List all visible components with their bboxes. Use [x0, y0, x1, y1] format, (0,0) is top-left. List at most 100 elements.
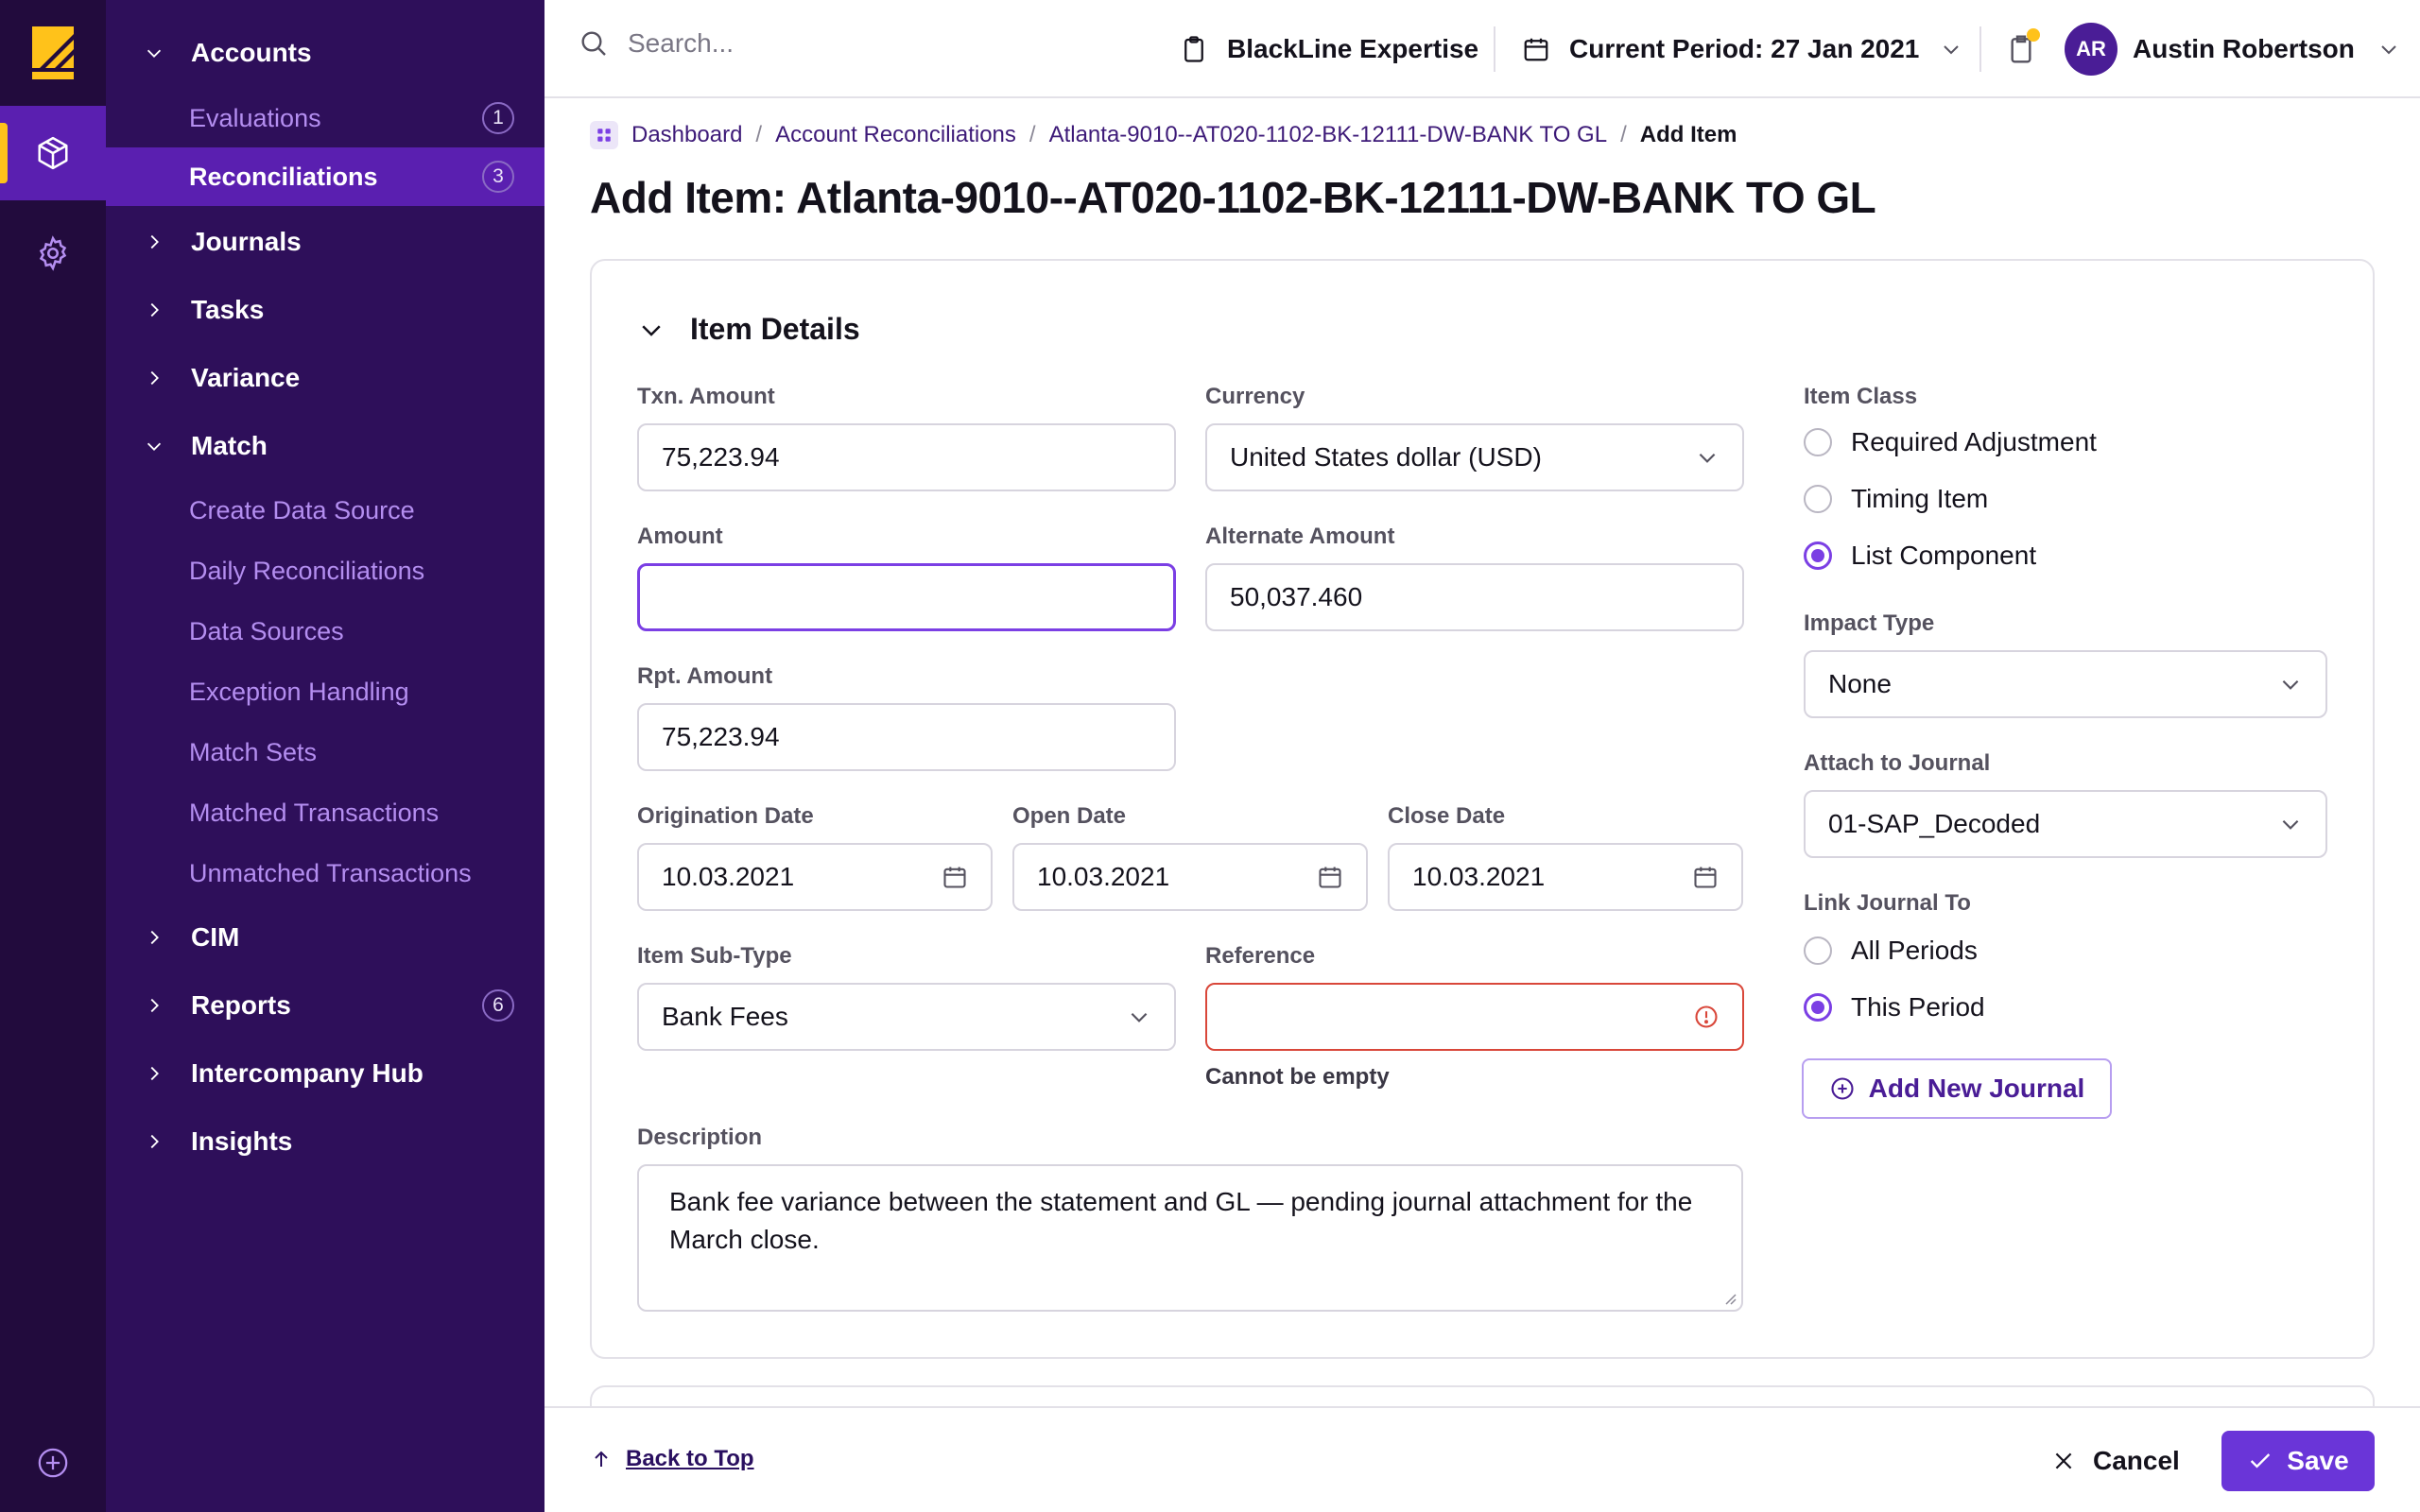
chevron-down-icon — [2282, 679, 2299, 690]
chevron-right-icon — [140, 923, 168, 952]
breadcrumb-link-dashboard[interactable]: Dashboard — [631, 122, 742, 148]
avatar[interactable]: AR — [2065, 23, 2118, 76]
calendar-icon — [1524, 38, 1548, 61]
divider — [1979, 26, 1981, 72]
radio-label: Required Adjustment — [1851, 427, 2097, 456]
item-class-list-component[interactable]: List Component — [1804, 541, 2036, 571]
currency-select[interactable]: United States dollar (USD) — [1205, 423, 1744, 491]
chevron-down-icon — [2282, 819, 2299, 830]
sidebar-item-create-data-source[interactable]: Create Data Source — [106, 481, 544, 540]
chevron-right-icon — [140, 228, 168, 256]
sidebar-item-intercompany-hub[interactable]: Intercompany Hub — [106, 1055, 544, 1092]
radio-label: List Component — [1851, 541, 2037, 570]
rpt-amount-field[interactable]: 75,223.94 — [637, 703, 1176, 771]
description-field[interactable]: Bank fee variance between the statement … — [637, 1164, 1743, 1312]
calendar-icon[interactable] — [1692, 864, 1719, 890]
breadcrumb-link-account[interactable]: Atlanta-9010--AT020-1102-BK-12111-DW-BAN… — [1049, 122, 1608, 148]
txn-amount-field[interactable]: 75,223.94 — [637, 423, 1176, 491]
sidebar-item-unmatched-transactions[interactable]: Unmatched Transactions — [106, 844, 544, 902]
resize-handle-icon[interactable] — [1720, 1289, 1737, 1306]
rail-add-button[interactable] — [0, 1416, 106, 1510]
gear-icon — [39, 235, 67, 271]
reference-error: Cannot be empty — [1205, 1064, 1390, 1090]
sidebar-item-label: Journals — [191, 227, 302, 256]
item-class-timing-item[interactable]: Timing Item — [1804, 484, 1988, 514]
origination-date-field[interactable]: 10.03.2021 — [637, 843, 993, 911]
breadcrumb-current: Add Item — [1639, 122, 1737, 147]
item-subtype-select[interactable]: Bank Fees — [637, 983, 1176, 1051]
sidebar-item-reconciliations[interactable]: Reconciliations 3 — [106, 147, 544, 206]
add-new-journal-button[interactable]: Add New Journal — [1802, 1058, 2112, 1119]
arrow-up-icon — [595, 1451, 608, 1467]
sidebar-item-match-sets[interactable]: Match Sets — [106, 723, 544, 782]
sidebar-item-insights[interactable]: Insights — [106, 1123, 544, 1160]
rail-reconciliations-button[interactable] — [0, 106, 106, 200]
sidebar-item-cim[interactable]: CIM — [106, 919, 544, 956]
amount-field[interactable] — [637, 563, 1176, 631]
chevron-right-icon — [140, 991, 168, 1020]
open-date-field[interactable]: 10.03.2021 — [1012, 843, 1368, 911]
breadcrumb-link-account-reconciliations[interactable]: Account Reconciliations — [775, 122, 1016, 148]
search-box[interactable]: Search... — [579, 28, 734, 59]
back-to-top-label: Back to Top — [626, 1446, 754, 1471]
save-button[interactable]: Save — [2221, 1431, 2375, 1491]
sidebar-item-matched-transactions[interactable]: Matched Transactions — [106, 783, 544, 842]
radio-label: Timing Item — [1851, 484, 1989, 513]
txn-amount-label: Txn. Amount — [637, 384, 775, 409]
rail-settings-button[interactable] — [0, 206, 106, 301]
page-title: Add Item: Atlanta-9010--AT020-1102-BK-12… — [590, 173, 1876, 222]
sidebar-item-daily-reconciliations[interactable]: Daily Reconciliations — [106, 541, 544, 600]
field-value: 50,037.460 — [1230, 582, 1363, 611]
button-label: Add New Journal — [1868, 1074, 2085, 1103]
sidebar-item-data-sources[interactable]: Data Sources — [106, 602, 544, 661]
link-journal-all-periods[interactable]: All Periods — [1804, 936, 1978, 966]
sidebar-nav: Accounts Evaluations 1 Reconciliations 3… — [106, 0, 544, 1512]
close-date-label: Close Date — [1388, 803, 1506, 829]
chevron-down-icon — [1699, 453, 1716, 463]
sidebar-item-accounts[interactable]: Accounts — [106, 34, 544, 72]
radio-icon — [1804, 428, 1832, 456]
calendar-icon[interactable] — [942, 864, 968, 890]
reference-field[interactable] — [1205, 983, 1744, 1051]
sidebar-item-variance[interactable]: Variance — [106, 359, 544, 397]
amount-label: Amount — [637, 524, 723, 549]
item-class-required-adjustment[interactable]: Required Adjustment — [1804, 427, 2097, 457]
impact-type-label: Impact Type — [1804, 610, 1935, 636]
open-date-label: Open Date — [1012, 803, 1127, 829]
sidebar-item-tasks[interactable]: Tasks — [106, 291, 544, 329]
notification-dot — [2027, 28, 2040, 42]
sidebar-item-label: Reconciliations — [189, 162, 378, 191]
alternate-amount-field[interactable]: 50,037.460 — [1205, 563, 1744, 631]
close-date-field[interactable]: 10.03.2021 — [1388, 843, 1743, 911]
check-icon — [2251, 1453, 2271, 1469]
search-input[interactable]: Search... — [628, 28, 734, 59]
field-value: Bank Fees — [662, 1002, 788, 1031]
impact-type-select[interactable]: None — [1804, 650, 2327, 718]
link-journal-this-period[interactable]: This Period — [1804, 992, 1985, 1022]
sidebar-item-evaluations[interactable]: Evaluations 1 — [106, 89, 544, 147]
sidebar-item-match[interactable]: Match — [106, 427, 544, 465]
sidebar-item-journals[interactable]: Journals — [106, 223, 544, 261]
sidebar-item-reports[interactable]: Reports 6 — [106, 987, 544, 1024]
logo-icon[interactable] — [32, 26, 74, 79]
back-to-top-link[interactable]: Back to Top — [590, 1446, 754, 1472]
plus-circle-icon — [1831, 1077, 1854, 1100]
field-value: 75,223.94 — [662, 442, 780, 472]
attach-journal-select[interactable]: 01-SAP_Decoded — [1804, 790, 2327, 858]
field-value: 10.03.2021 — [1037, 862, 1170, 891]
box-icon — [38, 136, 68, 170]
cancel-button[interactable]: Cancel — [2051, 1436, 2180, 1486]
expertise-button[interactable]: BlackLine Expertise — [1180, 26, 1478, 72]
sidebar-item-label: Match Sets — [189, 737, 318, 766]
sidebar-item-exception-handling[interactable]: Exception Handling — [106, 662, 544, 721]
attach-journal-label: Attach to Journal — [1804, 750, 1991, 776]
currency-label: Currency — [1205, 384, 1305, 409]
expertise-label: BlackLine Expertise — [1227, 34, 1479, 63]
breadcrumb-separator: / — [1620, 122, 1627, 147]
period-selector[interactable]: Current Period: 27 Jan 2021 — [1522, 26, 1962, 72]
calendar-icon[interactable] — [1317, 864, 1343, 890]
item-details-toggle[interactable]: Item Details — [637, 312, 860, 347]
radio-icon — [1804, 936, 1832, 965]
sidebar-item-label: Exception Handling — [189, 677, 409, 706]
user-menu[interactable]: Austin Robertson — [2133, 26, 2400, 72]
